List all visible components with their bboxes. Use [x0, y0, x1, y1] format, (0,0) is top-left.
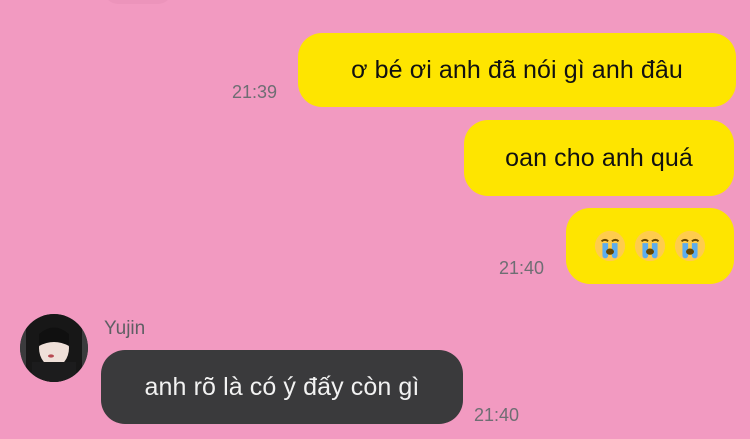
message-time: 21:40: [499, 258, 545, 278]
profile-photo: [20, 314, 88, 382]
loudly-crying-face-icon: [634, 230, 666, 262]
message-time: 21:40: [474, 405, 520, 425]
outgoing-message-bubble[interactable]: ơ bé ơi anh đã nói gì anh đâu: [298, 33, 736, 107]
message-text: anh rõ là có ý đấy còn gì: [144, 372, 420, 401]
message-text: oan cho anh quá: [505, 143, 693, 172]
outgoing-message-bubble[interactable]: oan cho anh quá: [464, 120, 734, 196]
outgoing-emoji-bubble[interactable]: [566, 208, 734, 284]
message-text: ơ bé ơi anh đã nói gì anh đâu: [351, 55, 683, 84]
incoming-message-bubble[interactable]: anh rõ là có ý đấy còn gì: [101, 350, 463, 424]
loudly-crying-face-icon: [674, 230, 706, 262]
emoji-row: [593, 229, 707, 263]
message-time: 21:39: [232, 82, 278, 102]
partial-message-bubble: [104, 0, 172, 4]
chat-thread: ơ bé ơi anh đã nói gì anh đâu 21:39 oan …: [0, 0, 750, 439]
avatar[interactable]: [20, 314, 88, 382]
loudly-crying-face-icon: [594, 230, 626, 262]
sender-name: Yujin: [104, 318, 146, 339]
